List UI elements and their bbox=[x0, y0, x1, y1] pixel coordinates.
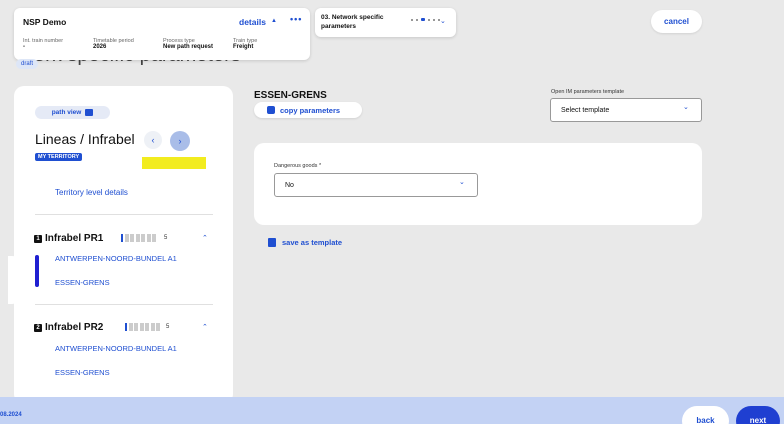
pr-number: 1 bbox=[34, 234, 42, 243]
pr-name: Infrabel PR2 bbox=[45, 322, 104, 333]
back-button[interactable]: back bbox=[682, 406, 729, 424]
path-request-2-header[interactable]: 2 Infrabel PR2 bbox=[34, 322, 103, 333]
request-title: NSP Demo bbox=[23, 17, 67, 27]
station-link[interactable]: ESSEN-GRENS bbox=[55, 368, 110, 377]
pr-count: 5 bbox=[166, 324, 170, 330]
save-as-template-button[interactable]: save as template bbox=[268, 238, 342, 247]
pr-progress-bars bbox=[125, 323, 160, 331]
template-label: Open IM parameters template bbox=[551, 89, 625, 95]
template-select[interactable]: Select template bbox=[550, 98, 702, 122]
caret-up-icon[interactable]: ⌃ bbox=[202, 323, 208, 331]
ellipsis-icon[interactable]: ••• bbox=[290, 14, 302, 24]
chevron-right-icon[interactable]: › bbox=[170, 131, 190, 151]
field-train-type: Train type Freight bbox=[233, 38, 258, 50]
copy-parameters-label: copy parameters bbox=[280, 105, 341, 115]
step-label: 03. Network specific parameters bbox=[321, 14, 384, 30]
dangerous-goods-label: Dangerous goods * bbox=[274, 163, 322, 169]
network-name: Lineas / Infrabel bbox=[35, 131, 135, 147]
territory-details-link[interactable]: Territory level details bbox=[55, 188, 128, 197]
pr-progress-bars bbox=[121, 234, 156, 242]
footer-bar bbox=[0, 397, 784, 424]
dangerous-goods-select[interactable]: No bbox=[274, 173, 478, 197]
dangerous-goods-value: No bbox=[285, 181, 294, 189]
highlight-mark bbox=[142, 157, 206, 169]
template-select-value: Select template bbox=[561, 106, 610, 114]
cancel-button[interactable]: cancel bbox=[651, 10, 702, 33]
caret-up-icon[interactable]: ▲ bbox=[271, 18, 277, 24]
station-link[interactable]: ANTWERPEN-NOORD-BUNDEL A1 bbox=[55, 254, 177, 263]
pr-name: Infrabel PR1 bbox=[45, 233, 104, 244]
chevron-down-icon[interactable]: ⌄ bbox=[683, 103, 689, 111]
path-view-label: path view bbox=[51, 109, 82, 116]
status-badge: draft bbox=[16, 59, 39, 69]
section-title: ESSEN-GRENS bbox=[254, 90, 327, 101]
chevron-down-icon[interactable]: ⌄ bbox=[459, 178, 465, 186]
active-indicator bbox=[35, 255, 39, 287]
path-view-button[interactable]: path view bbox=[35, 106, 110, 119]
chevron-down-icon[interactable]: ⌄ bbox=[440, 17, 446, 25]
caret-up-icon[interactable]: ⌃ bbox=[202, 234, 208, 242]
field-timetable-period: Timetable period 2026 bbox=[93, 38, 134, 50]
pr-count: 5 bbox=[164, 235, 168, 241]
sidebar-tab-edge bbox=[8, 256, 26, 304]
step-selector[interactable]: 03. Network specific parameters ⌄ bbox=[315, 8, 456, 37]
territory-badge: MY TERRITORY bbox=[35, 153, 83, 161]
copy-parameters-button[interactable]: copy parameters bbox=[254, 102, 362, 118]
request-summary-card: NSP Demo details ▲ ••• Int. train number… bbox=[14, 8, 310, 60]
station-link[interactable]: ANTWERPEN-NOORD-BUNDEL A1 bbox=[55, 344, 177, 353]
divider bbox=[35, 304, 213, 305]
details-toggle[interactable]: details bbox=[239, 17, 266, 27]
footer-date: 08.2024 bbox=[0, 412, 22, 418]
field-int-train-number: Int. train number - bbox=[23, 38, 64, 50]
save-as-template-label: save as template bbox=[282, 238, 343, 247]
chevron-left-icon[interactable]: ‹ bbox=[144, 131, 162, 149]
copy-icon bbox=[267, 106, 275, 114]
step-progress-dots bbox=[411, 18, 440, 21]
path-request-1-header[interactable]: 1 Infrabel PR1 bbox=[34, 233, 103, 244]
field-process-type: Process type New path request bbox=[163, 38, 214, 50]
divider bbox=[35, 214, 213, 215]
pr-number: 2 bbox=[34, 323, 42, 332]
station-link-active[interactable]: ESSEN-GRENS bbox=[55, 278, 110, 287]
save-icon bbox=[268, 238, 276, 247]
external-link-icon bbox=[85, 109, 94, 116]
next-button[interactable]: next bbox=[736, 406, 780, 424]
